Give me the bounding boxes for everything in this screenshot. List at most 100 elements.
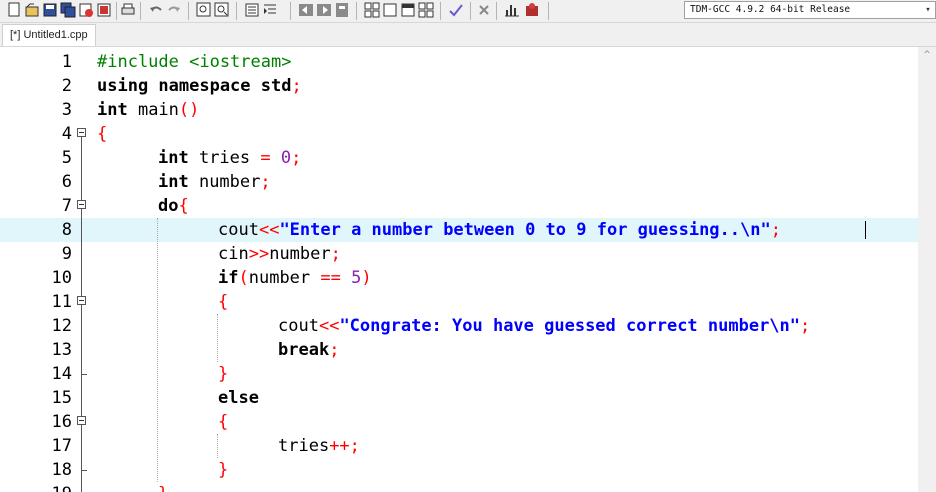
line-number: 8 bbox=[61, 220, 72, 240]
code-text: if(number == 5) bbox=[218, 266, 372, 290]
close-icon[interactable] bbox=[78, 2, 94, 18]
code-token: () bbox=[178, 100, 200, 120]
editor-tab-strip: [*] Untitled1.cpp bbox=[0, 23, 936, 47]
chevron-down-icon[interactable]: ▾ bbox=[921, 2, 935, 18]
new-file-icon[interactable] bbox=[6, 2, 22, 18]
code-token: ; bbox=[291, 148, 302, 168]
code-text: else bbox=[218, 388, 259, 408]
code-token: ; bbox=[260, 172, 271, 192]
code-line: 4 { bbox=[0, 122, 918, 146]
project-options-icon[interactable] bbox=[400, 2, 416, 18]
debug-icon[interactable] bbox=[524, 2, 540, 18]
code-text: { bbox=[218, 292, 229, 312]
line-number: 19 bbox=[0, 482, 72, 492]
code-token: int bbox=[158, 148, 189, 168]
class-browser-icon[interactable] bbox=[418, 2, 434, 18]
line-number: 14 bbox=[51, 364, 72, 384]
scroll-up-arrow-icon[interactable]: ^ bbox=[918, 47, 936, 64]
code-editor[interactable]: 1 #include <iostream> 2 using namespace … bbox=[0, 47, 918, 492]
code-text: cout<<"Congrate: You have guessed correc… bbox=[278, 314, 810, 338]
find-icon[interactable] bbox=[196, 2, 212, 18]
vertical-scrollbar[interactable]: ^ bbox=[918, 47, 936, 492]
toolbar-separator bbox=[548, 2, 549, 20]
goto-next-icon[interactable] bbox=[316, 2, 332, 18]
line-number: 9 bbox=[61, 244, 72, 264]
code-line: 10 if(number == 5) bbox=[0, 266, 918, 290]
code-token: << bbox=[258, 220, 280, 240]
chart-icon[interactable] bbox=[504, 2, 520, 18]
unindent-icon[interactable] bbox=[262, 2, 278, 18]
line-number: 7 bbox=[61, 196, 72, 216]
print-icon[interactable] bbox=[120, 2, 136, 18]
code-token: main bbox=[127, 100, 179, 120]
line-number: 13 bbox=[51, 340, 72, 360]
code-token: int bbox=[158, 172, 189, 192]
code-token: ( bbox=[238, 268, 249, 288]
code-token: = bbox=[260, 148, 271, 168]
toolbar-separator bbox=[496, 2, 497, 20]
code-text: { bbox=[97, 124, 108, 144]
bookmark-icon[interactable] bbox=[334, 2, 350, 18]
tab-untitled1[interactable]: [*] Untitled1.cpp bbox=[2, 24, 96, 46]
save-icon[interactable] bbox=[42, 2, 58, 18]
code-line: 15 else bbox=[0, 386, 918, 410]
code-token: do bbox=[158, 196, 179, 216]
code-token: tries bbox=[188, 148, 261, 168]
code-token: number bbox=[188, 172, 261, 192]
toolbar-separator bbox=[236, 2, 237, 20]
fold-toggle[interactable] bbox=[77, 200, 86, 209]
line-number: 18 bbox=[51, 460, 72, 480]
open-project-icon[interactable] bbox=[382, 2, 398, 18]
code-token: break bbox=[278, 340, 330, 360]
fold-toggle[interactable] bbox=[77, 296, 86, 305]
undo-icon[interactable] bbox=[148, 2, 164, 18]
code-token: using namespace std bbox=[97, 76, 292, 96]
toolbar-separator bbox=[140, 2, 141, 20]
line-number: 5 bbox=[61, 148, 72, 168]
code-line: 3 int main() bbox=[0, 98, 918, 122]
line-number: 16 bbox=[51, 412, 72, 432]
code-line: 12 cout<<"Congrate: You have guessed cor… bbox=[0, 314, 918, 338]
code-line: 16 { bbox=[0, 410, 918, 434]
code-text: } bbox=[158, 482, 168, 492]
indent-icon[interactable] bbox=[244, 2, 260, 18]
code-line: 6 int number; bbox=[0, 170, 918, 194]
code-token: >> bbox=[248, 244, 270, 264]
indent-guide bbox=[217, 314, 218, 362]
code-token: { bbox=[178, 196, 189, 216]
line-number: 4 bbox=[61, 124, 72, 144]
code-token: number bbox=[248, 268, 321, 288]
code-text: int tries = 0; bbox=[158, 146, 301, 170]
line-number: 11 bbox=[51, 292, 72, 312]
new-project-icon[interactable] bbox=[364, 2, 380, 18]
fold-toggle[interactable] bbox=[77, 128, 86, 137]
compiler-select-label: TDM-GCC 4.9.2 64-bit Release bbox=[690, 4, 851, 15]
code-line: 5 int tries = 0; bbox=[0, 146, 918, 170]
toolbar-separator bbox=[470, 2, 471, 20]
redo-icon[interactable] bbox=[166, 2, 182, 18]
compiler-select[interactable]: TDM-GCC 4.9.2 64-bit Release ▾ bbox=[684, 1, 936, 19]
code-token: ++; bbox=[329, 436, 360, 456]
goto-prev-icon[interactable] bbox=[298, 2, 314, 18]
code-token: number bbox=[269, 244, 331, 264]
stop-icon[interactable] bbox=[476, 2, 492, 18]
code-line: 9 cin>>number; bbox=[0, 242, 918, 266]
line-number: 10 bbox=[51, 268, 72, 288]
code-line-current: 8 cout<<"Enter a number between 0 to 9 f… bbox=[0, 218, 918, 242]
open-file-icon[interactable] bbox=[24, 2, 40, 18]
code-line: 17 tries++; bbox=[0, 434, 918, 458]
save-all-icon[interactable] bbox=[60, 2, 76, 18]
compile-icon[interactable] bbox=[448, 2, 464, 18]
code-text: #include <iostream> bbox=[97, 52, 292, 72]
code-text: using namespace std; bbox=[97, 74, 302, 98]
line-number: 1 bbox=[61, 52, 72, 72]
code-token: cout bbox=[218, 220, 259, 240]
line-number: 6 bbox=[61, 172, 72, 192]
code-token: ; bbox=[800, 316, 811, 336]
replace-icon[interactable] bbox=[214, 2, 230, 18]
fold-toggle[interactable] bbox=[77, 416, 86, 425]
close-all-icon[interactable] bbox=[96, 2, 112, 18]
fold-guide bbox=[81, 137, 82, 200]
toolbar-separator bbox=[188, 2, 189, 20]
